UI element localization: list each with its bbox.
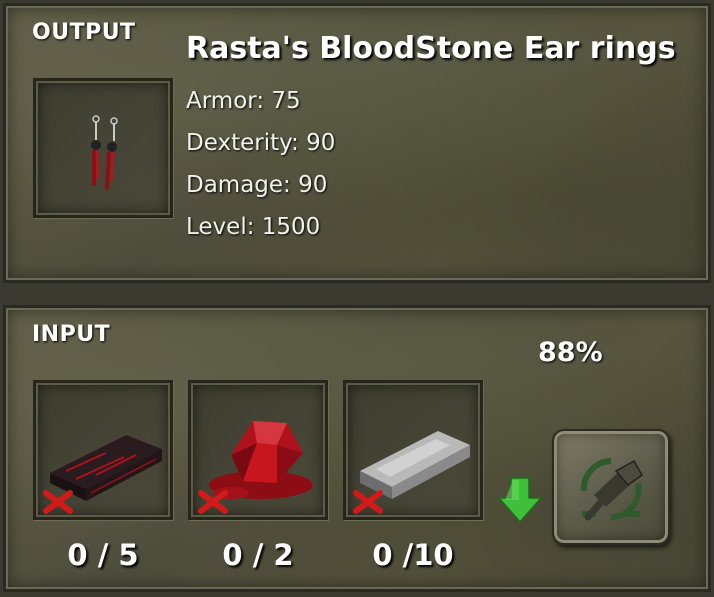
- stat-damage: Damage: 90: [186, 172, 328, 198]
- output-label: OUTPUT: [32, 20, 136, 45]
- output-item-slot[interactable]: [33, 78, 173, 218]
- ingredient-slot-3[interactable]: [343, 380, 483, 520]
- down-arrow-icon: [497, 477, 543, 524]
- missing-x-icon: [353, 490, 383, 514]
- ingredient-count-3: 0 /10: [372, 538, 454, 572]
- ingredient-slot-2[interactable]: [188, 380, 328, 520]
- input-label: INPUT: [32, 322, 111, 347]
- missing-x-icon: [43, 490, 73, 514]
- hammer-craft-icon: [580, 458, 643, 521]
- ingredient-slot-1[interactable]: [33, 380, 173, 520]
- ingredient-count-1: 0 / 5: [67, 538, 139, 572]
- stat-armor: Armor: 75: [186, 88, 301, 114]
- success-rate: 88%: [538, 337, 603, 368]
- stat-dexterity: Dexterity: 90: [186, 130, 336, 156]
- ingredient-count-2: 0 / 2: [222, 538, 294, 572]
- bloodstone-earrings-icon: [91, 115, 118, 190]
- item-title: Rasta's BloodStone Ear rings: [186, 31, 676, 66]
- stat-level: Level: 1500: [186, 214, 321, 240]
- missing-x-icon: [198, 490, 228, 514]
- craft-button[interactable]: [552, 429, 670, 545]
